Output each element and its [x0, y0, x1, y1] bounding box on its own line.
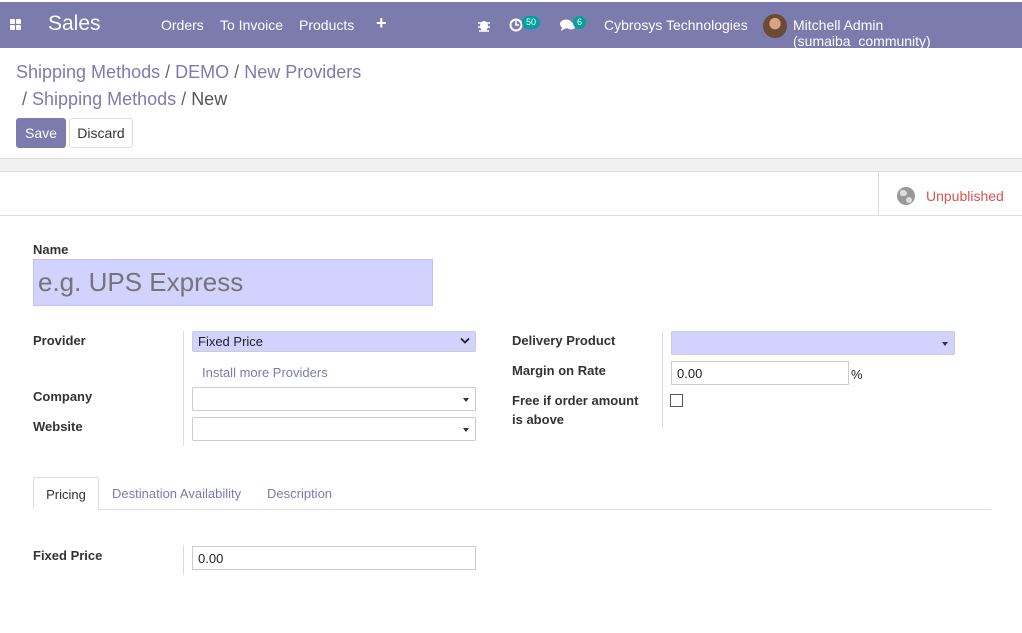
- company-label: Company: [33, 389, 93, 404]
- menu-to-invoice[interactable]: To Invoice: [220, 17, 283, 33]
- activity-count-badge: 50: [522, 16, 541, 29]
- fixed-price-input[interactable]: [192, 546, 476, 570]
- name-input[interactable]: [33, 259, 433, 306]
- form-top-divider: [0, 158, 1022, 172]
- chevron-down-icon: [460, 337, 470, 344]
- provider-label: Provider: [33, 333, 86, 348]
- breadcrumb-new-providers[interactable]: New Providers: [244, 62, 361, 82]
- caret-down-icon: [942, 342, 948, 346]
- company-switcher[interactable]: Cybrosys Technologies: [604, 17, 748, 33]
- left-group-divider: [183, 331, 184, 446]
- free-if-above-checkbox[interactable]: [670, 394, 683, 407]
- install-more-providers-link[interactable]: Install more Providers: [202, 365, 328, 380]
- breadcrumb-current: New: [191, 89, 228, 109]
- plus-icon[interactable]: +: [376, 13, 387, 34]
- activity-clock-icon[interactable]: [509, 18, 523, 32]
- right-group-divider: [662, 331, 663, 429]
- discard-button[interactable]: Discard: [69, 118, 133, 148]
- website-label: Website: [33, 419, 83, 434]
- bug-icon[interactable]: [477, 18, 491, 32]
- publish-status-label: Unpublished: [926, 188, 1004, 204]
- tab-destination-availability[interactable]: Destination Availability: [100, 477, 253, 510]
- publish-toggle[interactable]: Unpublished: [878, 172, 1022, 216]
- save-button[interactable]: Save: [16, 118, 66, 148]
- user-menu[interactable]: Mitchell Admin (sumaiba_community): [793, 17, 1022, 49]
- tab-description[interactable]: Description: [255, 477, 344, 510]
- margin-percent-unit: %: [851, 367, 863, 382]
- apps-grid-icon[interactable]: [10, 19, 22, 31]
- breadcrumb-line-2: / Shipping Methods / New: [22, 89, 228, 109]
- breadcrumb-shipping-methods[interactable]: Shipping Methods: [16, 62, 160, 82]
- menu-orders[interactable]: Orders: [161, 17, 204, 33]
- caret-down-icon: [463, 428, 469, 432]
- top-navbar: Sales Orders To Invoice Products + 50 6 …: [0, 2, 1022, 49]
- name-label: Name: [33, 242, 69, 257]
- delivery-product-select[interactable]: [671, 331, 955, 355]
- app-name[interactable]: Sales: [48, 12, 101, 36]
- breadcrumb-shipping-methods-2[interactable]: Shipping Methods: [32, 89, 176, 109]
- company-select[interactable]: [192, 387, 476, 411]
- fixed-price-label: Fixed Price: [33, 548, 103, 563]
- caret-down-icon: [463, 398, 469, 402]
- globe-icon: [897, 187, 915, 205]
- breadcrumb-demo[interactable]: DEMO: [175, 62, 229, 82]
- breadcrumb: Shipping Methods / DEMO / New Providers: [16, 62, 362, 82]
- tab-pricing[interactable]: Pricing: [33, 477, 99, 510]
- free-if-above-label: Free if order amount: [512, 393, 639, 408]
- free-if-above-label-2: is above: [512, 412, 565, 427]
- website-select[interactable]: [192, 417, 476, 441]
- delivery-product-label: Delivery Product: [512, 333, 616, 348]
- margin-on-rate-input[interactable]: [671, 361, 849, 385]
- message-count-badge: 6: [573, 16, 587, 29]
- button-box: [0, 172, 1022, 216]
- margin-on-rate-label: Margin on Rate: [512, 363, 606, 378]
- menu-products[interactable]: Products: [299, 17, 354, 33]
- avatar[interactable]: [763, 14, 787, 38]
- provider-select[interactable]: Fixed Price: [192, 331, 476, 352]
- pricing-divider: [183, 545, 184, 575]
